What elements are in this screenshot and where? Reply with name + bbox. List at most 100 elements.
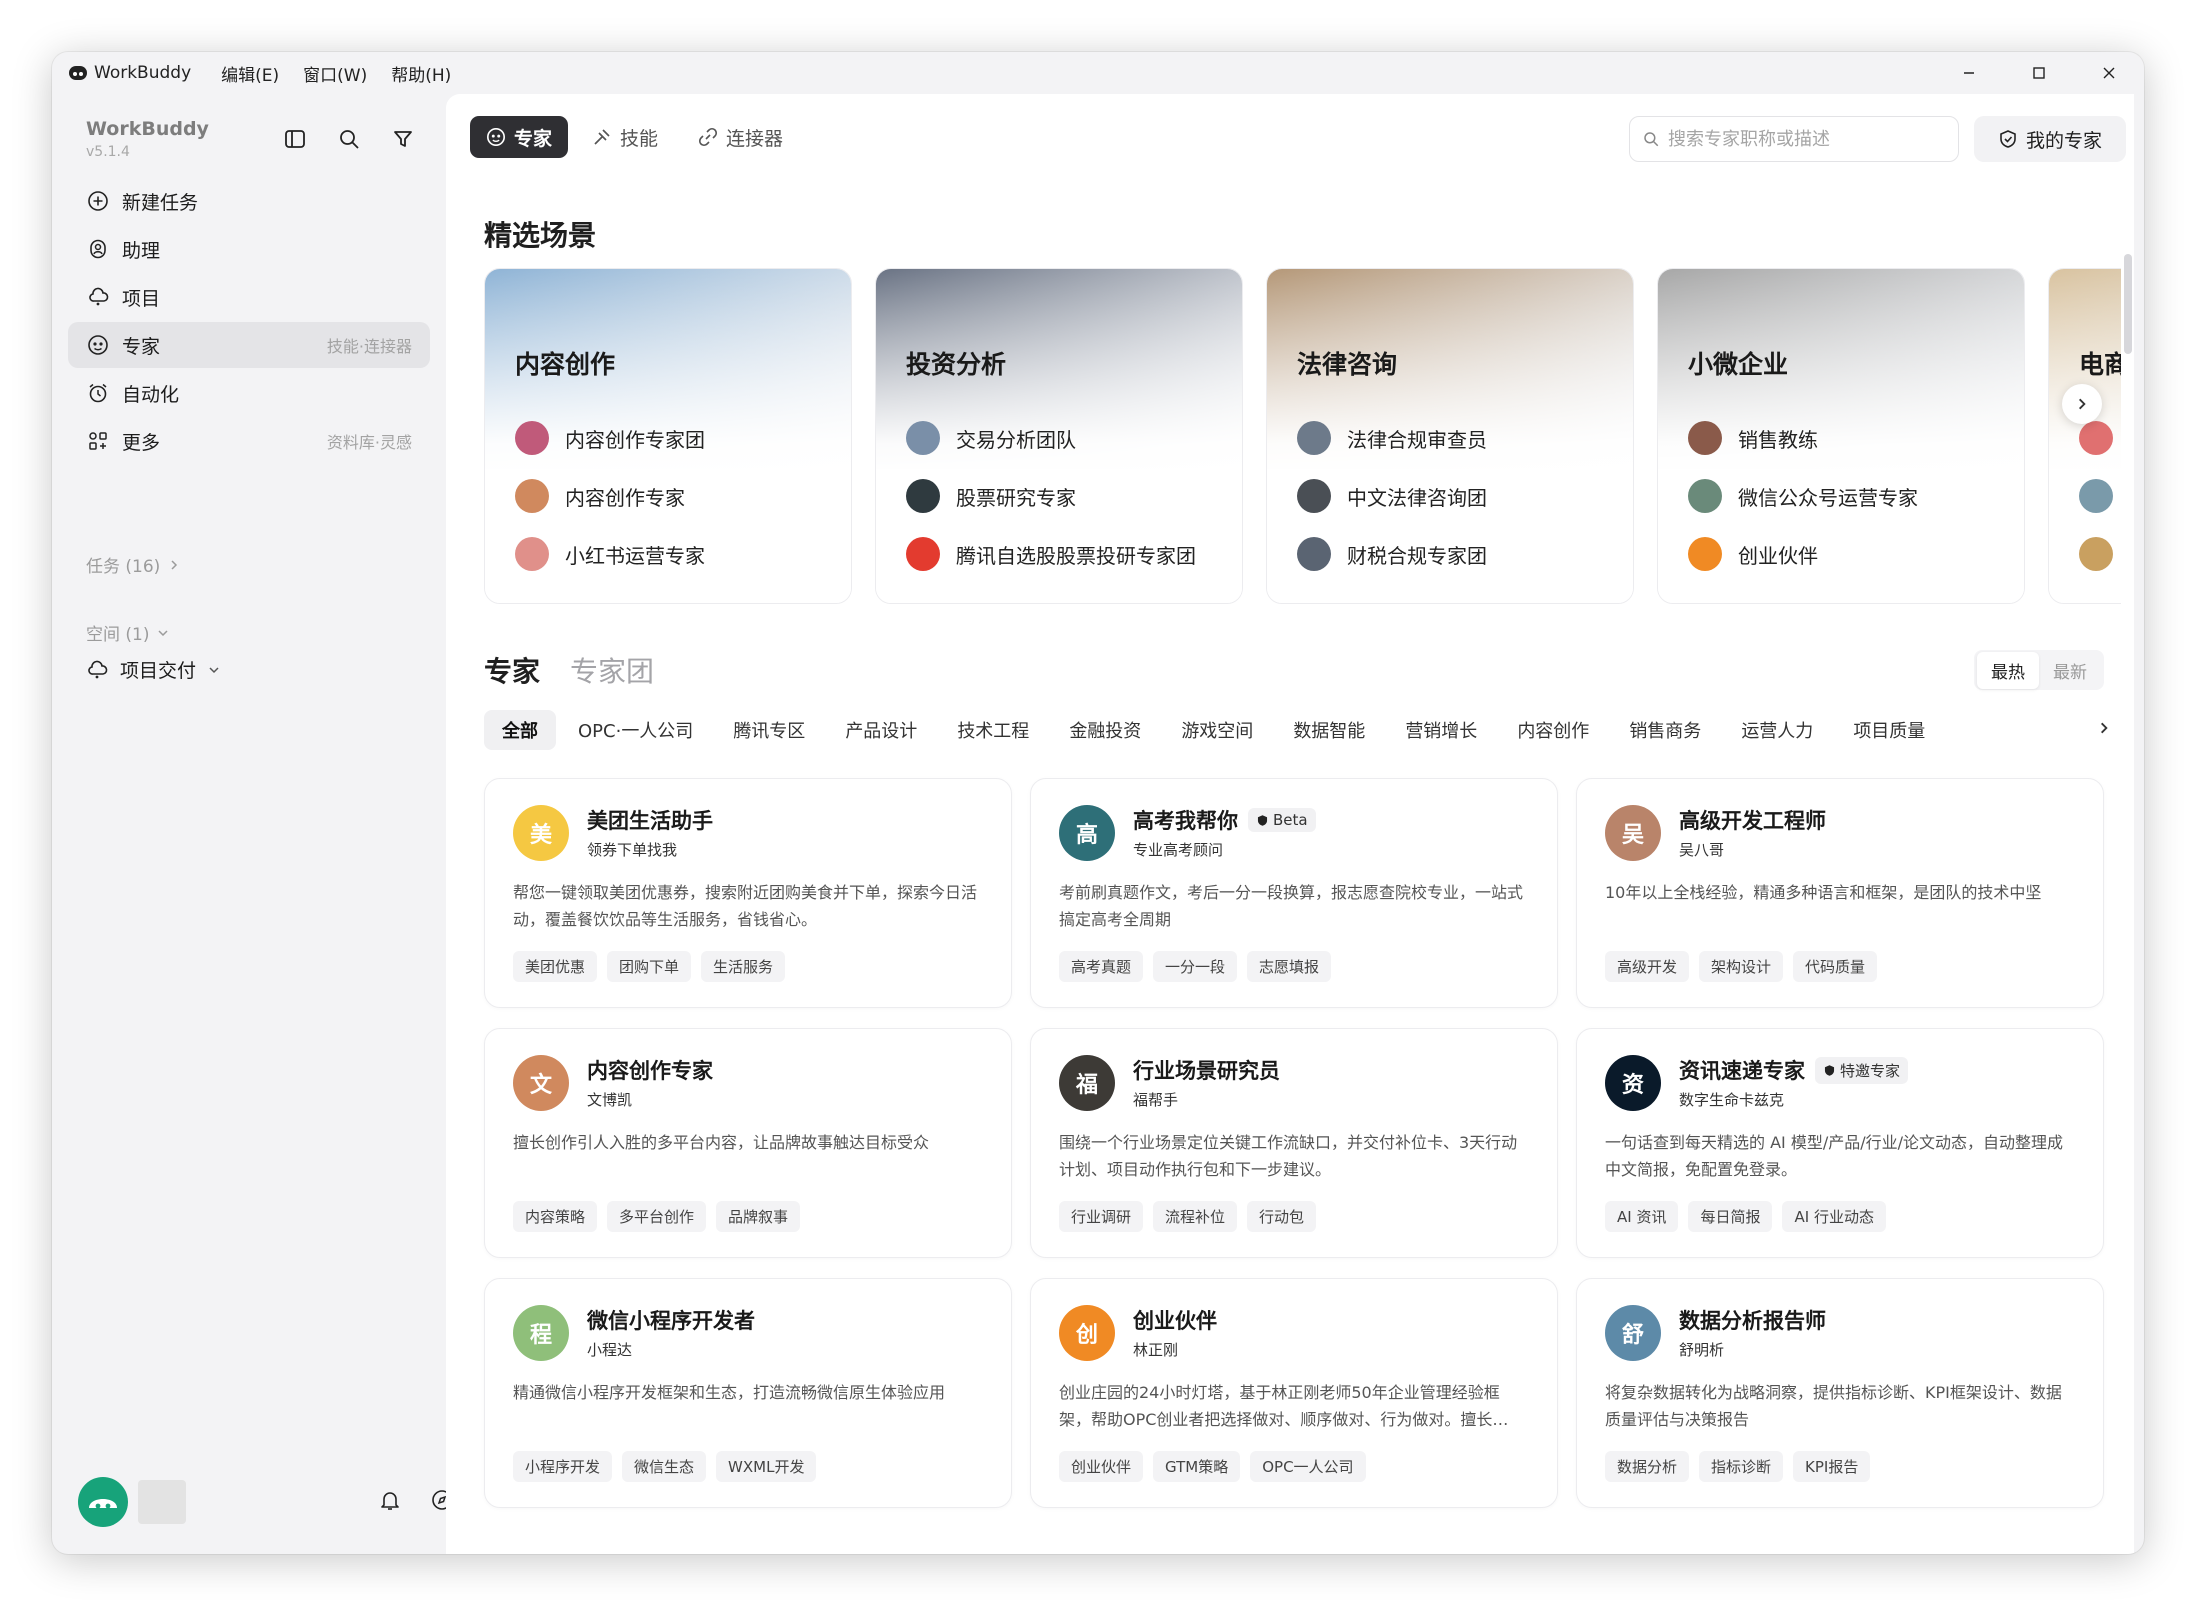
menu-help[interactable]: 帮助(H)	[391, 61, 451, 86]
tag: 行动包	[1247, 1201, 1317, 1232]
sort-hot-button[interactable]: 最热	[1977, 651, 2039, 689]
scene-expert-item[interactable]	[2079, 467, 2121, 525]
expert-tags: 高级开发 架构设计 代码质量	[1605, 951, 1878, 982]
tag: 品牌叙事	[716, 1201, 801, 1232]
title-bar: WorkBuddy 编辑(E) 窗口(W) 帮助(H)	[52, 52, 2144, 94]
sidebar-item-experts[interactable]: 专家 技能·连接器	[68, 322, 430, 368]
expert-card[interactable]: 资资讯速递专家 特邀专家 数字生命卡兹克 一句话查到每天精选的 AI 模型/产品/行业…	[1576, 1028, 2104, 1258]
search-button[interactable]	[334, 124, 364, 154]
sidebar-item-more[interactable]: 更多 资料库·灵感	[68, 418, 430, 464]
category-chip[interactable]: 全部	[484, 710, 556, 750]
tasks-section-toggle[interactable]: 任务 (16)	[86, 552, 180, 577]
tab-connectors[interactable]: 连接器	[682, 116, 799, 158]
sidebar-item-label: 专家	[122, 335, 161, 358]
toggle-sidebar-button[interactable]	[280, 124, 310, 154]
expert-search[interactable]	[1629, 116, 1959, 162]
search-input[interactable]	[1668, 128, 1946, 150]
category-chip[interactable]: 技术工程	[939, 710, 1047, 750]
username-placeholder	[138, 1480, 186, 1524]
scrollbar[interactable]	[2124, 254, 2132, 354]
expert-icon	[86, 333, 110, 357]
filter-button[interactable]	[388, 124, 418, 154]
space-item-project-delivery[interactable]: 项目交付	[86, 656, 220, 683]
scene-expert-item[interactable]: 财税合规专家团	[1297, 525, 1487, 583]
expert-author: 舒明析	[1679, 1341, 1725, 1359]
expert-name-row: 高级开发工程师	[1679, 805, 1826, 835]
category-chip[interactable]: 腾讯专区	[715, 710, 823, 750]
scene-card[interactable]: 投资分析 交易分析团队 股票研究专家 腾讯自选股股票投研专家团	[875, 268, 1243, 604]
scene-expert-item[interactable]: 内容创作专家团	[515, 409, 705, 467]
scenes-next-button[interactable]	[2062, 384, 2102, 424]
scene-expert-item[interactable]: 交易分析团队	[906, 409, 1196, 467]
scene-expert-item[interactable]: 中文法律咨询团	[1297, 467, 1487, 525]
category-chip[interactable]: 运营人力	[1723, 710, 1831, 750]
category-chip[interactable]: 金融投资	[1051, 710, 1159, 750]
scene-card[interactable]: 法律咨询 法律合规审查员 中文法律咨询团 财税合规专家团	[1266, 268, 1634, 604]
tab-experts-list[interactable]: 专家	[484, 650, 540, 690]
sidebar-item-automation[interactable]: 自动化	[68, 370, 430, 416]
category-chip[interactable]: 内容创作	[1499, 710, 1607, 750]
expert-card[interactable]: 创创业伙伴 林正刚 创业庄园的24小时灯塔，基于林正刚老师50年企业管理经验框架，帮…	[1030, 1278, 1558, 1508]
scene-expert-item[interactable]: 股票研究专家	[906, 467, 1196, 525]
expert-card[interactable]: 美美团生活助手 领券下单找我 帮您一键领取美团优惠券，搜索附近团购美食并下单，探索今…	[484, 778, 1012, 1008]
badge-label: Beta	[1273, 811, 1308, 829]
expert-tags: 美团优惠 团购下单 生活服务	[513, 951, 786, 982]
sidebar-item-project[interactable]: 项目	[68, 274, 430, 320]
sidebar-item-new-task[interactable]: 新建任务	[68, 178, 430, 224]
tab-skills[interactable]: 技能	[576, 116, 674, 158]
category-chip[interactable]: 销售商务	[1611, 710, 1719, 750]
category-chip[interactable]: 项目质量	[1835, 710, 1943, 750]
avatar	[1297, 537, 1331, 571]
minimize-button[interactable]	[1934, 52, 2004, 94]
scene-expert-item[interactable]: 腾讯自选股股票投研专家团	[906, 525, 1196, 583]
expert-author: 吴八哥	[1679, 841, 1725, 859]
scene-expert-item[interactable]: 微信公众号运营专家	[1688, 467, 1918, 525]
expert-card[interactable]: 福行业场景研究员 福帮手 围绕一个行业场景定位关键工作流缺口，并交付补位卡、3天行动…	[1030, 1028, 1558, 1258]
scene-title: 小微企业	[1688, 350, 1789, 379]
scene-expert-item[interactable]	[2079, 525, 2121, 583]
scene-expert-item[interactable]: 小红书运营专家	[515, 525, 705, 583]
expert-card[interactable]: 程微信小程序开发者 小程达 精通微信小程序开发框架和生态，打造流畅微信原生体验应用小…	[484, 1278, 1012, 1508]
status-badge: 特邀专家	[1815, 1056, 1909, 1084]
expert-card[interactable]: 文内容创作专家 文博凯 擅长创作引人入胜的多平台内容，让品牌故事触达目标受众 内容策略…	[484, 1028, 1012, 1258]
scene-expert-list	[2079, 409, 2121, 583]
categories-next-button[interactable]	[2086, 710, 2122, 746]
spaces-section-label: 空间 (1)	[86, 625, 150, 645]
expert-card[interactable]: 舒数据分析报告师 舒明析 将复杂数据转化为战略洞察，提供指标诊断、KPI框架设计、数…	[1576, 1278, 2104, 1508]
avatar[interactable]	[78, 1477, 128, 1527]
category-chip[interactable]: 游戏空间	[1163, 710, 1271, 750]
scene-expert-item[interactable]: 销售教练	[1688, 409, 1918, 467]
alarm-icon	[86, 381, 110, 405]
maximize-button[interactable]	[2004, 52, 2074, 94]
menu-window[interactable]: 窗口(W)	[303, 61, 367, 86]
spaces-section-toggle[interactable]: 空间 (1)	[86, 620, 169, 645]
menu-edit[interactable]: 编辑(E)	[221, 61, 279, 86]
scene-card[interactable]: 电商	[2048, 268, 2121, 604]
scene-expert-item[interactable]: 创业伙伴	[1688, 525, 1918, 583]
sidebar-item-assistant[interactable]: 助理	[68, 226, 430, 272]
expert-card[interactable]: 吴高级开发工程师 吴八哥 10年以上全栈经验，精通多种语言和框架，是团队的技术中坚高…	[1576, 778, 2104, 1008]
category-chip[interactable]: 营销增长	[1387, 710, 1495, 750]
link-icon	[699, 127, 718, 147]
tag: 志愿填报	[1247, 951, 1332, 982]
notifications-button[interactable]	[378, 1488, 402, 1516]
scene-expert-item[interactable]: 法律合规审查员	[1297, 409, 1487, 467]
close-button[interactable]	[2074, 52, 2144, 94]
category-chip[interactable]: 产品设计	[827, 710, 935, 750]
scene-expert-item[interactable]: 内容创作专家	[515, 467, 705, 525]
expert-tags: AI 资讯 每日简报 AI 行业动态	[1605, 1201, 1886, 1232]
tasks-section-label: 任务 (16)	[86, 557, 161, 577]
scene-card[interactable]: 小微企业销售教练 微信公众号运营专家 创业伙伴	[1657, 268, 2025, 604]
tab-experts[interactable]: 专家	[470, 116, 569, 158]
category-chip[interactable]: OPC·一人公司	[560, 710, 711, 750]
scene-card[interactable]: 内容创作 内容创作专家团 内容创作专家 小红书运营专家	[484, 268, 852, 604]
category-chip[interactable]: 数据智能	[1275, 710, 1383, 750]
expert-card[interactable]: 高高考我帮你 Beta 专业高考顾问 考前刷真题作文，考后一分一段换算，报志愿查院校专…	[1030, 778, 1558, 1008]
sort-new-button[interactable]: 最新	[2039, 652, 2101, 689]
shield-icon	[1824, 1064, 1835, 1076]
tab-expert-teams[interactable]: 专家团	[570, 650, 654, 690]
my-experts-button[interactable]: 我的专家	[1974, 116, 2126, 162]
tab-label: 连接器	[726, 127, 784, 150]
avatar: 福	[1059, 1055, 1115, 1111]
category-filter: 全部 OPC·一人公司 腾讯专区 产品设计 技术工程 金融投资 游戏空间 数据智能 营销增长 内容…	[484, 708, 2121, 752]
